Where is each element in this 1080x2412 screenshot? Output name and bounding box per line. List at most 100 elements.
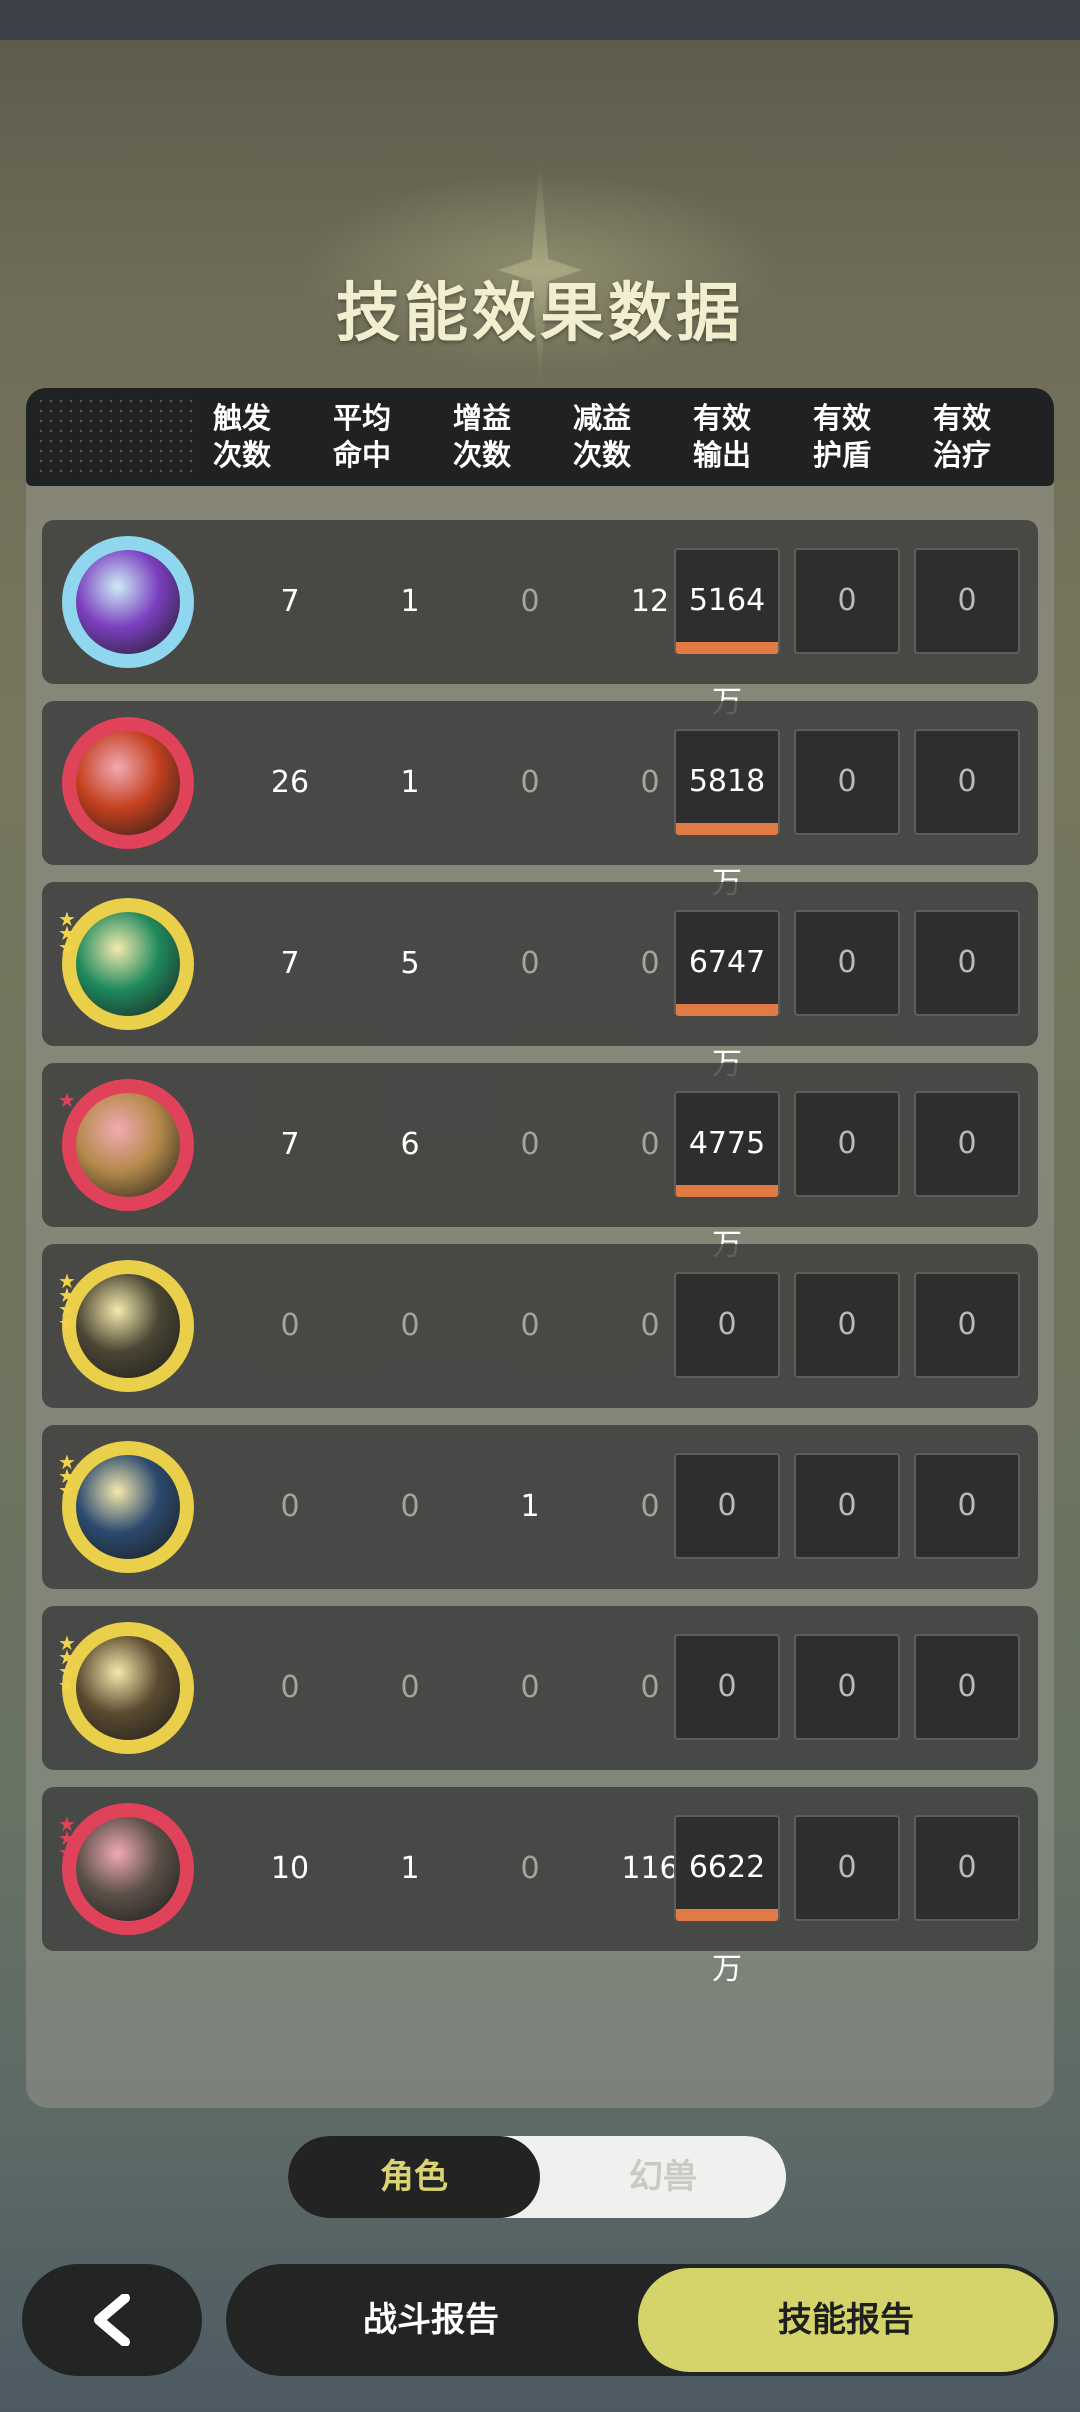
fire-swirl-skill-icon[interactable] <box>62 717 194 849</box>
col-label: 护盾 <box>812 438 871 472</box>
star-rating: ★ ★ ★ <box>58 1452 82 1500</box>
cell-heal-value: 0 <box>957 583 977 618</box>
output-bar <box>676 1909 778 1921</box>
page-title: 技能效果数据 <box>336 277 744 351</box>
cell-heal-value: 0 <box>957 1307 977 1342</box>
cell-trigger: 7 <box>280 1127 300 1162</box>
cell-trigger: 7 <box>280 946 300 981</box>
cell-buff: 0 <box>520 1127 540 1162</box>
table-row: ★ ★ ★ 0 0 1 0 0 0 0 <box>42 1425 1038 1589</box>
col-label: 增益 <box>452 401 511 435</box>
cell-buff: 0 <box>520 1308 540 1343</box>
cell-trigger: 0 <box>280 1670 300 1705</box>
cell-avg-hit: 1 <box>400 1851 420 1886</box>
col-label: 平均 <box>332 401 391 435</box>
cell-avg-hit: 1 <box>400 765 420 800</box>
star-rating: ★ ★ ★ <box>58 909 82 957</box>
col-effective-heal: 有效 治疗 <box>902 400 1022 474</box>
col-label: 输出 <box>692 438 751 472</box>
tab-skill-report[interactable]: 技能报告 <box>638 2268 1054 2372</box>
cell-shield: 0 <box>794 1815 900 1921</box>
back-button[interactable] <box>22 2264 202 2376</box>
cell-shield: 0 <box>794 1634 900 1740</box>
cell-output: 0 <box>674 1272 780 1378</box>
cell-output: 0 <box>674 1453 780 1559</box>
skill-icon-art <box>76 731 180 835</box>
cell-heal: 0 <box>914 1634 1020 1740</box>
cell-heal-value: 0 <box>957 945 977 980</box>
table-row: ★★★75006747万00 <box>42 882 1038 1082</box>
cell-shield: 0 <box>794 910 900 1016</box>
star-icon: ★ <box>58 1840 76 1864</box>
report-tabs: 战斗报告 技能报告 <box>226 2264 1058 2376</box>
chevron-left-icon <box>94 2294 130 2346</box>
cell-heal-value: 0 <box>957 1126 977 1161</box>
cell-avg-hit: 5 <box>400 946 420 981</box>
col-effective-output: 有效 输出 <box>662 400 782 474</box>
cell-heal: 0 <box>914 1091 1020 1197</box>
table-row: ★ ★ ★ ★ 0 0 0 0 0 0 0 <box>42 1244 1038 1408</box>
table-row: ★76004775万00 <box>42 1063 1038 1263</box>
cell-trigger: 10 <box>270 1851 310 1886</box>
purple-heart-skill-icon[interactable] <box>62 536 194 668</box>
table-row: 710125164万00 <box>42 520 1038 720</box>
cell-output: 6747万 <box>674 910 780 1082</box>
cell-trigger: 0 <box>280 1308 300 1343</box>
cell-buff: 1 <box>520 1489 540 1524</box>
tab-battle-report[interactable]: 战斗报告 <box>226 2264 636 2376</box>
cell-shield: 0 <box>794 729 900 835</box>
cell-shield-value: 0 <box>837 1307 857 1342</box>
cell-shield: 0 <box>794 1453 900 1559</box>
cell-shield-value: 0 <box>837 1669 857 1704</box>
cell-buff: 0 <box>520 1851 540 1886</box>
cell-heal-value: 0 <box>957 764 977 799</box>
star-icon: ★ <box>58 1088 76 1112</box>
header-sparkle-decoration <box>36 396 196 478</box>
cell-output-value: 0 <box>717 1307 737 1342</box>
cell-buff: 0 <box>520 946 540 981</box>
star-rating: ★ <box>58 1088 82 1112</box>
col-label: 治疗 <box>932 438 991 472</box>
col-label: 次数 <box>572 438 631 472</box>
star-rating: ★ ★ ★ ★ <box>58 1271 82 1335</box>
cell-shield: 0 <box>794 1091 900 1197</box>
skill-icon-art <box>76 1274 180 1378</box>
skill-icon-art <box>76 1093 180 1197</box>
col-label: 命中 <box>332 438 391 472</box>
col-effective-shield: 有效 护盾 <box>782 400 902 474</box>
star-icon: ★ <box>58 1311 76 1335</box>
col-label: 次数 <box>212 438 271 472</box>
toggle-role-option[interactable]: 角色 <box>288 2136 540 2218</box>
toggle-beast-option[interactable]: 幻兽 <box>540 2136 786 2218</box>
role-beast-toggle[interactable]: 角色 幻兽 <box>288 2136 786 2218</box>
cell-output: 0 <box>674 1634 780 1740</box>
cell-heal: 0 <box>914 1272 1020 1378</box>
col-buff-count: 增益 次数 <box>422 400 542 474</box>
cell-output-value: 0 <box>717 1488 737 1523</box>
cell-avg-hit: 1 <box>400 584 420 619</box>
skill-icon-art <box>76 1817 180 1921</box>
cell-trigger: 7 <box>280 584 300 619</box>
star-rating: ★ ★ ★ ★ <box>58 1633 82 1697</box>
cell-avg-hit: 0 <box>400 1308 420 1343</box>
star-icon: ★ <box>58 1673 76 1697</box>
cell-buff: 0 <box>520 1670 540 1705</box>
cell-shield-value: 0 <box>837 1488 857 1523</box>
cell-output: 4775万 <box>674 1091 780 1263</box>
cell-heal: 0 <box>914 548 1020 654</box>
col-label: 有效 <box>932 401 991 435</box>
cell-heal-value: 0 <box>957 1669 977 1704</box>
output-bar <box>676 642 778 654</box>
cell-trigger: 26 <box>270 765 310 800</box>
cell-trigger: 0 <box>280 1489 300 1524</box>
cell-avg-hit: 0 <box>400 1670 420 1705</box>
cell-output-value: 0 <box>717 1669 737 1704</box>
cell-buff: 0 <box>520 584 540 619</box>
output-bar <box>676 823 778 835</box>
cell-heal-value: 0 <box>957 1488 977 1523</box>
top-status-strip <box>0 0 1080 40</box>
col-debuff-count: 减益 次数 <box>542 400 662 474</box>
cell-avg-hit: 0 <box>400 1489 420 1524</box>
cell-output: 5818万 <box>674 729 780 901</box>
star-rating: ★ ★ ★ <box>58 1814 82 1864</box>
